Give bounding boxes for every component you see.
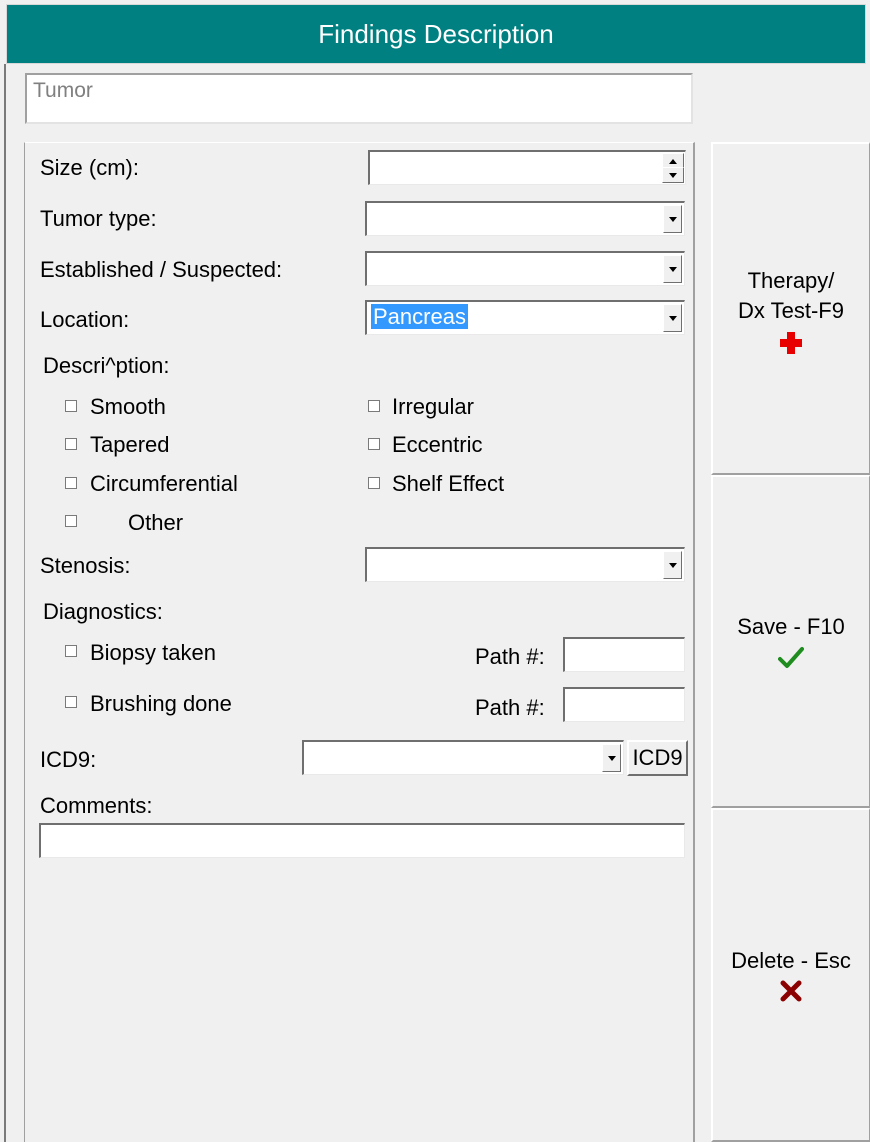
location-label: Location: [40, 307, 130, 332]
smooth-label: Smooth [90, 394, 166, 419]
shelf-effect-label: Shelf Effect [392, 471, 505, 496]
chevron-down-icon[interactable] [663, 255, 682, 283]
size-label: Size (cm): [40, 155, 139, 180]
eccentric-checkbox[interactable] [368, 438, 380, 450]
therapy-label-line2: Dx Test-F9 [738, 298, 844, 323]
eccentric-label: Eccentric [392, 432, 483, 457]
tapered-checkbox[interactable] [65, 438, 77, 450]
smooth-checkbox[interactable] [65, 400, 77, 412]
chevron-down-icon[interactable] [663, 304, 682, 332]
biopsy-path-label: Path #: [475, 644, 545, 669]
tapered-label: Tapered [90, 432, 170, 457]
therapy-label-line1: Therapy/ [747, 268, 835, 293]
location-select[interactable]: Pancreas [365, 300, 685, 335]
location-value: Pancreas [371, 304, 468, 329]
tumor-type-select[interactable] [365, 201, 685, 236]
brushing-path-input[interactable] [563, 687, 685, 722]
red-cross-icon [780, 332, 802, 354]
x-mark-icon [780, 980, 802, 1002]
icd9-select[interactable] [302, 740, 624, 775]
stenosis-select[interactable] [365, 547, 685, 582]
circumferential-checkbox[interactable] [65, 477, 77, 489]
window-title: Findings Description [6, 4, 866, 64]
size-spinner[interactable] [662, 153, 684, 183]
checkmark-icon [778, 647, 804, 668]
biopsy-path-input[interactable] [563, 637, 685, 672]
other-checkbox[interactable] [65, 515, 77, 527]
diagnostics-label: Diagnostics: [43, 599, 163, 624]
circumferential-label: Circumferential [90, 471, 238, 496]
stenosis-label: Stenosis: [40, 553, 131, 578]
brushing-path-label: Path #: [475, 695, 545, 720]
delete-button[interactable]: Delete - Esc [711, 808, 870, 1142]
therapy-dx-test-button[interactable]: Therapy/ Dx Test-F9 [711, 142, 870, 475]
brushing-label: Brushing done [90, 691, 232, 716]
description-label: Descri^ption: [43, 353, 170, 378]
established-label: Established / Suspected: [40, 257, 283, 282]
biopsy-checkbox[interactable] [65, 645, 77, 657]
chevron-down-icon[interactable] [663, 551, 682, 579]
window-border [4, 64, 6, 1142]
brushing-checkbox[interactable] [65, 696, 77, 708]
tumor-type-label: Tumor type: [40, 206, 157, 231]
other-label: Other [128, 510, 184, 535]
shelf-effect-checkbox[interactable] [368, 477, 380, 489]
biopsy-label: Biopsy taken [90, 640, 216, 665]
irregular-label: Irregular [392, 394, 474, 419]
size-input[interactable] [368, 150, 686, 185]
comments-label: Comments: [40, 793, 153, 818]
irregular-checkbox[interactable] [368, 400, 380, 412]
icd9-label: ICD9: [40, 747, 97, 772]
save-button[interactable]: Save - F10 [711, 475, 870, 808]
chevron-down-icon[interactable] [602, 744, 621, 772]
comments-input[interactable] [39, 823, 685, 858]
icd9-lookup-button[interactable]: ICD9 [627, 740, 688, 776]
spin-down-icon[interactable] [662, 167, 684, 183]
chevron-down-icon[interactable] [663, 205, 682, 233]
save-label: Save - F10 [737, 614, 845, 639]
finding-name-field[interactable]: Tumor [25, 73, 693, 124]
delete-label: Delete - Esc [731, 948, 851, 973]
established-select[interactable] [365, 251, 685, 286]
